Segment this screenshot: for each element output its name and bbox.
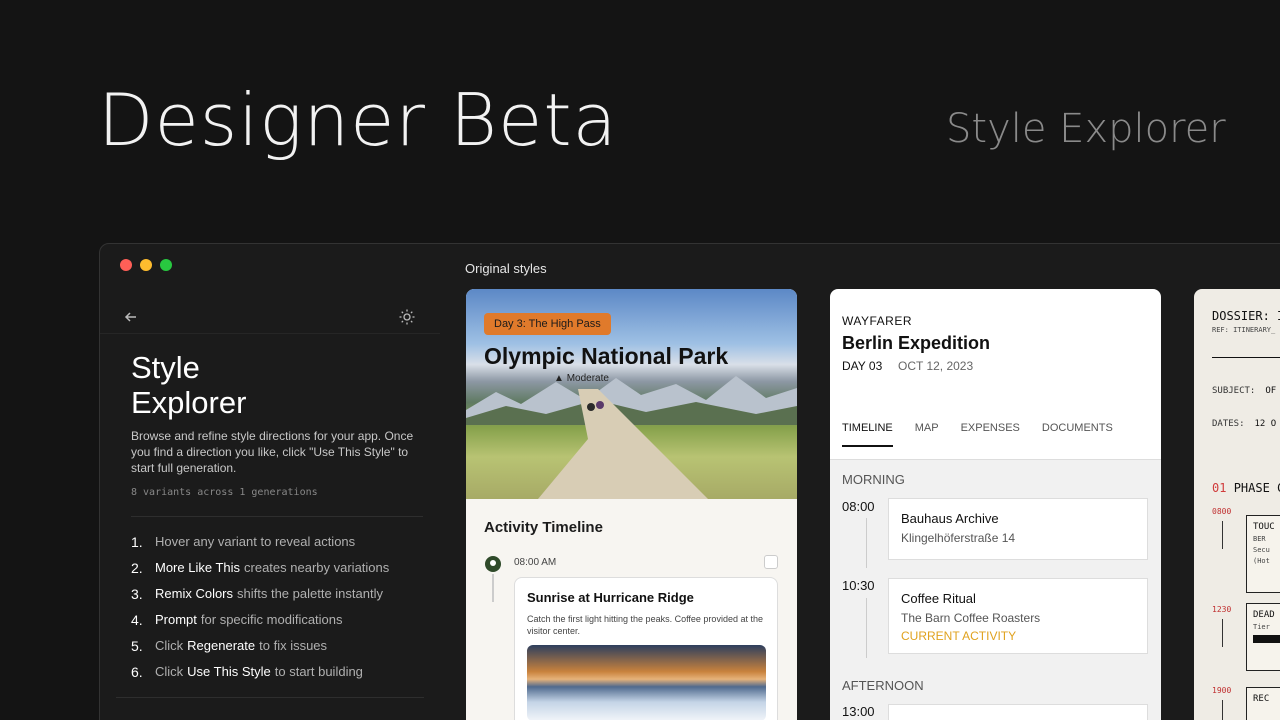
tab-documents[interactable]: DOCUMENTS xyxy=(1042,422,1113,447)
entry-card[interactable]: TOUC BER Secu (Hot xyxy=(1246,515,1280,593)
variant-count: 8 variants across 1 generations xyxy=(131,487,318,498)
entry-time: 0800 xyxy=(1212,507,1232,516)
date-label: OCT 12, 2023 xyxy=(898,359,974,373)
entry-time: 1230 xyxy=(1212,605,1232,614)
hero-subtitle: Style Explorer xyxy=(946,106,1226,152)
activity-description: Catch the first light hitting the peaks.… xyxy=(527,614,763,636)
timeline-line xyxy=(1222,700,1223,720)
timeline-line xyxy=(866,598,867,658)
section-morning: MORNING xyxy=(842,472,905,487)
tab-expenses[interactable]: EXPENSES xyxy=(961,422,1020,447)
activity-card[interactable]: Sunrise at Hurricane Ridge Catch the fir… xyxy=(514,577,778,720)
theme-toggle-icon[interactable] xyxy=(398,308,416,326)
event-card[interactable]: Bauhaus Archive Klingelhöferstraße 14 xyxy=(888,498,1148,560)
hero-image: Day 3: The High Pass Olympic National Pa… xyxy=(466,289,797,499)
sidebar-toolbar xyxy=(100,302,440,334)
trip-title: Berlin Expedition xyxy=(842,333,991,353)
current-activity-badge: CURRENT ACTIVITY xyxy=(901,629,1017,643)
instructions-list: 1. Hover any variant to reveal actions 2.… xyxy=(131,534,389,690)
event-time: 13:00 xyxy=(842,704,875,719)
activity-time: 08:00 AM xyxy=(514,557,557,568)
back-arrow-icon[interactable] xyxy=(122,308,140,326)
event-time: 10:30 xyxy=(842,578,875,593)
day-badge: Day 3: The High Pass xyxy=(484,313,611,335)
app-window: Style Explorer Browse and refine style d… xyxy=(99,243,1280,720)
instruction-item: 1. Hover any variant to reveal actions xyxy=(131,534,356,550)
complete-checkbox[interactable] xyxy=(764,555,778,569)
timeline-heading: Activity Timeline xyxy=(484,519,603,536)
event-location: The Barn Coffee Roasters xyxy=(901,611,1041,625)
event-card[interactable] xyxy=(888,704,1148,720)
activity-image xyxy=(527,645,766,720)
sidebar-title: Style Explorer xyxy=(131,350,247,420)
timeline-line xyxy=(866,518,867,568)
redaction-bar xyxy=(1253,635,1280,643)
style-variant-berlin[interactable]: WAYFARER Berlin Expedition DAY 03 OCT 12… xyxy=(830,289,1161,720)
section-afternoon: AFTERNOON xyxy=(842,678,924,693)
tab-timeline[interactable]: TIMELINE xyxy=(842,422,893,447)
difficulty-label: ▲ Moderate xyxy=(554,373,609,384)
divider xyxy=(131,516,423,517)
instruction-item: 4. Prompt for specific modifications xyxy=(131,612,343,628)
entry-card[interactable]: DEAD Tier xyxy=(1246,603,1280,671)
dossier-title: DOSSIER: I xyxy=(1212,309,1280,323)
event-location: Klingelhöferstraße 14 xyxy=(901,531,1016,545)
timeline-line xyxy=(492,574,494,602)
tab-bar: TIMELINE MAP EXPENSES DOCUMENTS xyxy=(842,422,1113,447)
brand-label: WAYFARER xyxy=(842,314,913,328)
phase-heading: 01 PHASE C xyxy=(1212,481,1280,495)
entry-time: 1900 xyxy=(1212,686,1232,695)
section-label: Original styles xyxy=(465,261,547,276)
park-title: Olympic National Park xyxy=(484,343,729,369)
instruction-item: 5. Click Regenerate to fix issues xyxy=(131,638,328,654)
event-title: Bauhaus Archive xyxy=(901,511,999,526)
divider xyxy=(116,697,424,698)
subject-row: SUBJECT: OF xyxy=(1212,386,1277,396)
instruction-item: 3. Remix Colors shifts the palette instant… xyxy=(131,586,383,602)
instruction-item: 2. More Like This creates nearby variation… xyxy=(131,560,390,576)
event-card-current[interactable]: Coffee Ritual The Barn Coffee Roasters C… xyxy=(888,578,1148,654)
timeline-panel: MORNING 08:00 Bauhaus Archive Klingelhöf… xyxy=(830,459,1161,720)
location-pin-icon xyxy=(485,556,501,572)
timeline-line xyxy=(1222,619,1223,647)
instruction-item: 6. Click Use This Style to start building xyxy=(131,664,363,680)
entry-card[interactable]: REC xyxy=(1246,687,1280,720)
event-title: Coffee Ritual xyxy=(901,591,976,606)
style-variant-park[interactable]: Day 3: The High Pass Olympic National Pa… xyxy=(466,289,797,720)
tab-map[interactable]: MAP xyxy=(915,422,939,447)
dossier-ref: REF: ITINERARY_ xyxy=(1212,326,1276,334)
dates-row: DATES: 12 O xyxy=(1212,419,1277,429)
hero-title: Designer Beta xyxy=(98,78,618,162)
style-variant-dossier[interactable]: DOSSIER: I REF: ITINERARY_ SUBJECT: OF DA… xyxy=(1194,289,1280,720)
timeline-line xyxy=(1222,521,1223,549)
sidebar: Style Explorer Browse and refine style d… xyxy=(100,244,440,720)
sidebar-description: Browse and refine style directions for y… xyxy=(131,429,414,475)
trail-image xyxy=(538,389,708,499)
activity-title: Sunrise at Hurricane Ridge xyxy=(527,590,694,605)
event-time: 08:00 xyxy=(842,499,875,514)
divider xyxy=(1212,357,1280,358)
day-label: DAY 03 xyxy=(842,359,883,373)
